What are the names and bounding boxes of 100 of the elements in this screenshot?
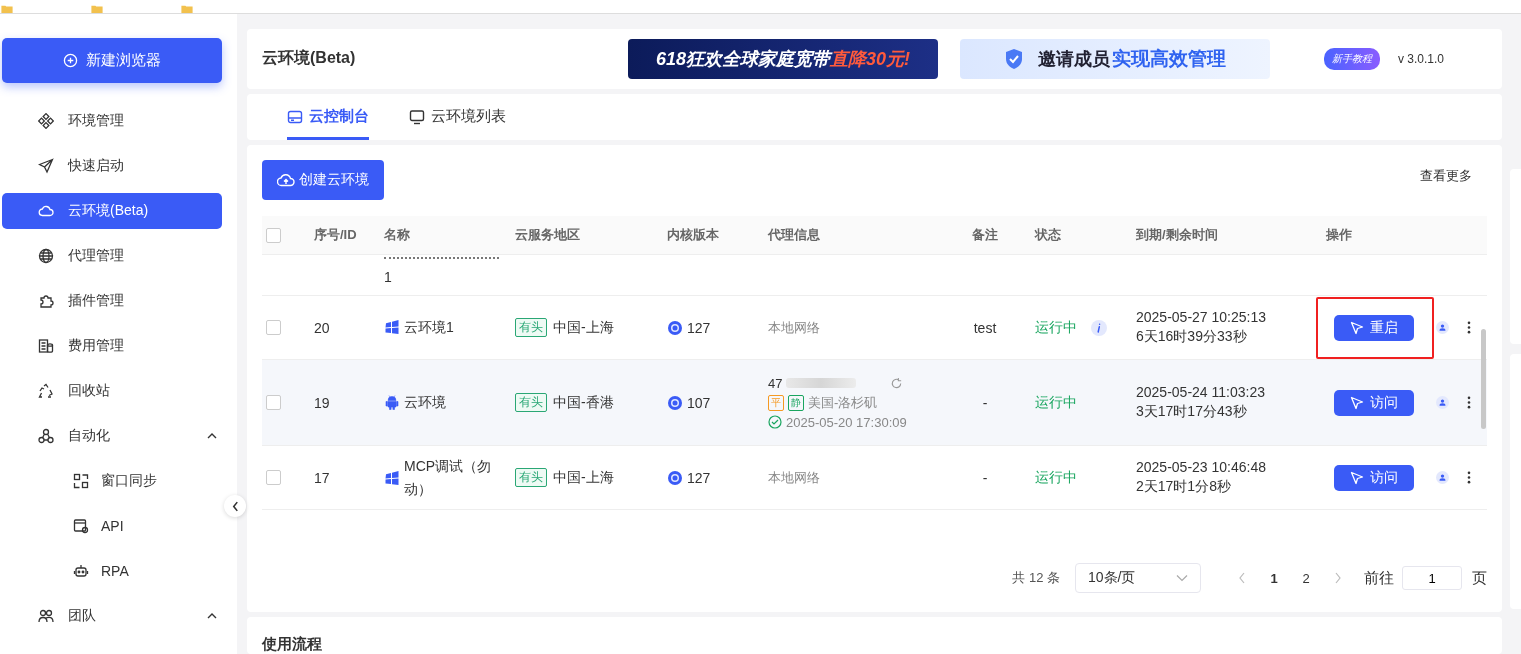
action-button[interactable]: 访问 xyxy=(1334,389,1414,416)
column-header: 代理信息 xyxy=(766,226,821,244)
status-text: 运行中 xyxy=(1035,393,1077,412)
sidebar-item[interactable]: 窗口同步 xyxy=(2,463,222,499)
send-icon xyxy=(1350,320,1364,335)
head-tag: 有头 xyxy=(515,393,547,412)
robot-icon xyxy=(73,563,89,579)
page-input[interactable]: 1 xyxy=(1402,566,1462,590)
env-icon xyxy=(38,113,54,129)
column-header: 序号/ID xyxy=(313,226,358,244)
next-page-icon[interactable] xyxy=(1334,572,1342,584)
table-cell-text: 本地网络 xyxy=(768,468,821,487)
cloud-icon xyxy=(38,203,54,219)
column-header: 云服务地区 xyxy=(514,226,581,244)
cloud-upload-icon xyxy=(277,173,295,187)
table-cell-text: test xyxy=(972,319,998,336)
sidebar-item[interactable]: API xyxy=(2,508,222,544)
row-checkbox[interactable] xyxy=(266,395,281,410)
row-checkbox[interactable] xyxy=(266,470,281,485)
browser-core-icon xyxy=(667,469,683,486)
sidebar-item[interactable]: 团队 xyxy=(2,598,222,634)
page-size-select[interactable]: 10条/页 xyxy=(1075,563,1201,593)
proxy-ip: 47 xyxy=(768,375,783,391)
table-cell-text: 107 xyxy=(686,394,711,411)
page-number[interactable]: 2 xyxy=(1290,570,1322,586)
globe-icon xyxy=(38,248,54,264)
table-cell-text: 20 xyxy=(313,319,331,336)
send-icon xyxy=(1350,395,1364,410)
sidebar-item[interactable]: 费用管理 xyxy=(2,328,222,364)
prev-page-icon[interactable] xyxy=(1238,572,1246,584)
promo-banner[interactable]: 邀请成员实现高效管理 xyxy=(960,38,1270,79)
sidebar-item[interactable]: 插件管理 xyxy=(2,283,222,319)
table-cell-text: 中国-上海 xyxy=(552,468,614,487)
table-cell-text: 17 xyxy=(313,469,331,486)
user-icon[interactable] xyxy=(1436,396,1449,409)
user-icon[interactable] xyxy=(1436,321,1449,334)
billing-icon xyxy=(38,338,54,354)
new-browser-button[interactable]: 新建浏览器 xyxy=(2,38,222,83)
sidebar-item[interactable]: 环境管理 xyxy=(2,103,222,139)
more-icon[interactable] xyxy=(1467,396,1471,409)
sidebar-item[interactable]: 自动化 xyxy=(2,418,222,454)
goto-label: 前往 xyxy=(1364,568,1394,588)
more-icon[interactable] xyxy=(1467,321,1471,334)
shield-icon xyxy=(1004,47,1024,70)
promo-banner[interactable]: 618狂欢全球家庭宽带直降30元! xyxy=(628,38,938,79)
total-count: 共 12 条 xyxy=(1012,569,1060,587)
remaining-time: 6天16时39分33秒 xyxy=(1136,328,1248,346)
table-cell-text: 1 xyxy=(384,269,393,285)
remaining-time: 3天17时17分43秒 xyxy=(1136,403,1248,421)
sidebar-item[interactable]: RPA xyxy=(2,553,222,589)
chevron-left-icon xyxy=(231,500,239,512)
sidebar-item[interactable]: 云环境(Beta) xyxy=(2,193,222,229)
browser-core-icon xyxy=(667,394,683,411)
remaining-time: 2天17时1分8秒 xyxy=(1136,478,1232,496)
sidebar-item[interactable]: 快速启动 xyxy=(2,148,222,184)
tab[interactable]: 云环境列表 xyxy=(409,93,506,140)
table-cell-text: - xyxy=(981,394,989,411)
user-icon[interactable] xyxy=(1436,471,1449,484)
table-cell-text: 中国-香港 xyxy=(552,393,614,412)
view-more-link[interactable]: 查看更多 xyxy=(1420,167,1472,185)
proxy-location: 美国-洛杉矶 xyxy=(808,393,878,412)
more-icon[interactable] xyxy=(1467,471,1471,484)
table-cell-text: 中国-上海 xyxy=(552,318,614,337)
refresh-icon[interactable] xyxy=(890,376,904,390)
page-number[interactable]: 1 xyxy=(1258,570,1290,586)
head-tag: 有头 xyxy=(515,318,547,337)
sidebar-item[interactable]: 代理管理 xyxy=(2,238,222,274)
env-name[interactable]: MCP调试（勿动） xyxy=(400,455,496,500)
sidebar-item[interactable]: 回收站 xyxy=(2,373,222,409)
action-button[interactable]: 重启 xyxy=(1334,314,1414,341)
column-header: 名称 xyxy=(383,226,411,244)
status-text: 运行中 xyxy=(1035,468,1077,487)
proxy-tag: 平 xyxy=(768,394,784,411)
create-cloud-env-button[interactable]: 创建云环境 xyxy=(262,160,384,200)
android-icon xyxy=(384,394,400,411)
env-name[interactable]: 云环境 xyxy=(400,391,496,414)
recycle-icon xyxy=(38,383,54,399)
check-circle-icon xyxy=(768,415,782,429)
status-text: 运行中 xyxy=(1035,318,1077,337)
version-label: v 3.0.1.0 xyxy=(1398,51,1445,66)
table-cell-text: 19 xyxy=(313,394,331,411)
launch-icon xyxy=(38,158,54,174)
env-name[interactable]: 云环境1 xyxy=(400,316,496,339)
sync-icon xyxy=(73,473,89,489)
redacted-area xyxy=(786,378,857,388)
row-checkbox[interactable] xyxy=(266,320,281,335)
plugin-icon xyxy=(38,293,54,309)
plus-circle-icon xyxy=(63,53,78,68)
scrollbar[interactable] xyxy=(1481,329,1486,429)
collapse-button[interactable] xyxy=(224,495,246,517)
action-button[interactable]: 访问 xyxy=(1334,464,1414,491)
team-icon xyxy=(38,608,54,624)
tutorial-badge[interactable]: 新手教程 xyxy=(1324,47,1380,70)
column-header: 内核版本 xyxy=(666,226,720,244)
expiry-time: 2025-05-27 10:25:13 xyxy=(1136,309,1267,325)
info-icon[interactable] xyxy=(1091,319,1107,336)
expiry-time: 2025-05-24 11:03:23 xyxy=(1136,384,1266,400)
table-cell-text: 127 xyxy=(686,319,711,336)
tab[interactable]: 云控制台 xyxy=(287,93,369,140)
select-all-checkbox[interactable] xyxy=(266,227,281,243)
